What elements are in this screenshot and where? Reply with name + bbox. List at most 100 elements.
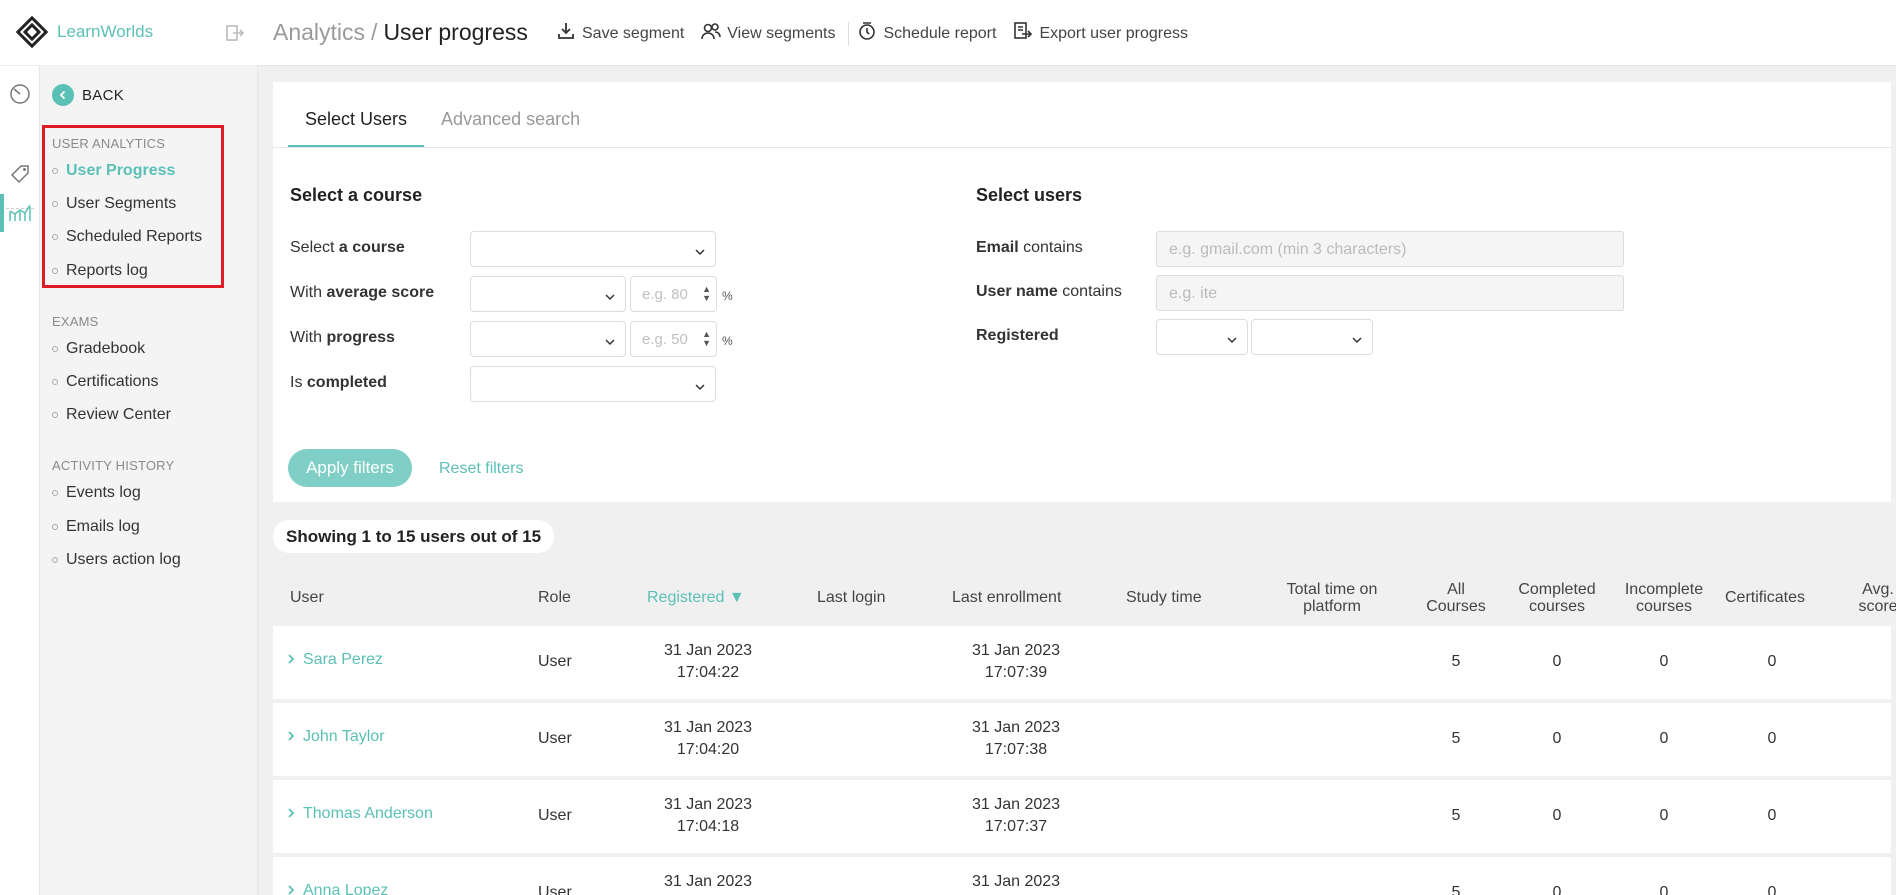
col-last-enrollment[interactable]: Last enrollment xyxy=(952,589,1061,606)
sidebar-item-certifications[interactable]: Certifications xyxy=(52,373,158,391)
col-completed[interactable]: Completed courses xyxy=(1507,581,1607,615)
cell-all-courses: 5 xyxy=(1451,884,1461,895)
col-total-time[interactable]: Total time on platform xyxy=(1272,581,1392,615)
chevron-down-icon xyxy=(605,334,615,352)
sidebar-item-events-log[interactable]: Events log xyxy=(52,484,141,502)
completed-label-prefix: Is xyxy=(290,374,307,391)
email-label-suffix: contains xyxy=(1018,239,1083,256)
cell-role: User xyxy=(538,653,572,670)
export-user-progress-label: Export user progress xyxy=(1039,24,1188,42)
cell-role: User xyxy=(538,730,572,747)
cell-all-courses: 5 xyxy=(1451,653,1461,670)
tag-icon[interactable] xyxy=(8,162,32,186)
bullet-icon xyxy=(52,379,58,385)
analytics-icon[interactable] xyxy=(8,200,32,224)
registered-operator-select[interactable] xyxy=(1156,319,1248,355)
cell-enrollment-time: 17:07:37 xyxy=(984,818,1048,835)
col-all-courses-line1: All xyxy=(1447,581,1465,598)
col-role[interactable]: Role xyxy=(538,589,571,606)
score-value-input[interactable]: e.g. 80 ▲ ▼ xyxy=(630,276,717,312)
progress-operator-select[interactable] xyxy=(470,321,626,357)
stepper-icon[interactable]: ▲ ▼ xyxy=(702,330,711,348)
course-select[interactable] xyxy=(470,231,716,267)
col-last-login[interactable]: Last login xyxy=(817,589,886,606)
sidebar-item-emails-log[interactable]: Emails log xyxy=(52,518,140,536)
col-study-time[interactable]: Study time xyxy=(1126,589,1202,606)
cell-enrollment-date: 31 Jan 2023 xyxy=(971,873,1061,890)
sidebar-item-review-center[interactable]: Review Center xyxy=(52,406,171,424)
cell-registered-date: 31 Jan 2023 xyxy=(663,642,753,659)
sidebar-item-label: Users action log xyxy=(66,551,181,568)
stepper-icon[interactable]: ▲ ▼ xyxy=(702,285,711,303)
clock-icon xyxy=(857,21,877,46)
reset-filters-link[interactable]: Reset filters xyxy=(439,460,523,478)
course-label-strong: a course xyxy=(338,239,405,256)
col-avg-score[interactable]: Avg. score xyxy=(1853,581,1896,615)
user-name-link[interactable]: John Taylor xyxy=(287,728,385,746)
username-input[interactable]: e.g. ite xyxy=(1156,275,1624,311)
table-row[interactable]: Anna Lopez User 31 Jan 2023 31 Jan 2023 … xyxy=(273,857,1891,895)
score-label-strong: average score xyxy=(326,284,435,301)
exit-icon[interactable] xyxy=(225,23,245,48)
bullet-icon xyxy=(52,168,58,174)
sidebar-item-user-progress[interactable]: User Progress xyxy=(52,162,175,180)
user-name-link[interactable]: Anna Lopez xyxy=(287,882,388,895)
cell-incomplete: 0 xyxy=(1659,884,1669,895)
table-row[interactable]: Thomas Anderson User 31 Jan 2023 17:04:18… xyxy=(273,780,1891,853)
learnworlds-logo-icon[interactable] xyxy=(15,15,49,53)
sidebar-item-label: User Segments xyxy=(66,195,177,212)
completed-select[interactable] xyxy=(470,366,716,402)
cell-incomplete: 0 xyxy=(1659,730,1669,747)
table-row[interactable]: Sara Perez User 31 Jan 2023 17:04:22 31 J… xyxy=(273,626,1891,699)
score-operator-select[interactable] xyxy=(470,276,626,312)
sidebar-item-reports-log[interactable]: Reports log xyxy=(52,262,148,280)
col-completed-line1: Completed xyxy=(1518,581,1596,598)
apply-filters-button[interactable]: Apply filters xyxy=(288,449,412,487)
chevron-down-icon xyxy=(1227,332,1237,350)
col-incomplete[interactable]: Incomplete courses xyxy=(1614,581,1714,615)
sidebar-item-gradebook[interactable]: Gradebook xyxy=(52,340,145,358)
view-segments-button[interactable]: View segments xyxy=(701,21,835,46)
table-row[interactable]: John Taylor User 31 Jan 2023 17:04:20 31 … xyxy=(273,703,1891,776)
brand-name[interactable]: LearnWorlds xyxy=(57,22,153,42)
sidebar-item-users-action-log[interactable]: Users action log xyxy=(52,551,181,569)
score-label-prefix: With xyxy=(290,284,327,301)
course-select-label: Select a course xyxy=(290,239,405,257)
schedule-report-label: Schedule report xyxy=(883,24,997,42)
email-input[interactable]: e.g. gmail.com (min 3 characters) xyxy=(1156,231,1624,267)
user-name-link[interactable]: Thomas Anderson xyxy=(287,805,433,823)
tab-advanced-search[interactable]: Advanced search xyxy=(424,109,597,148)
dashboard-icon[interactable] xyxy=(8,82,32,106)
col-all-courses-line2: Courses xyxy=(1426,598,1486,615)
cell-last-enrollment: 31 Jan 2023 17:07:38 xyxy=(961,717,1071,761)
col-user[interactable]: User xyxy=(290,589,324,606)
cell-registered: 31 Jan 2023 17:04:22 xyxy=(653,640,763,684)
user-name-link[interactable]: Sara Perez xyxy=(287,651,383,669)
progress-value-input[interactable]: e.g. 50 ▲ ▼ xyxy=(630,321,717,357)
col-certificates[interactable]: Certificates xyxy=(1725,589,1805,606)
sidebar-item-label: Scheduled Reports xyxy=(66,228,203,245)
sidebar-item-label: User Progress xyxy=(66,162,176,179)
sidebar-item-user-segments[interactable]: User Segments xyxy=(52,195,176,213)
registered-period-select[interactable] xyxy=(1251,319,1373,355)
cell-last-enrollment: 31 Jan 2023 17:07:37 xyxy=(961,794,1071,838)
cell-completed: 0 xyxy=(1552,730,1562,747)
back-button[interactable]: BACK xyxy=(52,84,124,106)
email-label-strong: Email xyxy=(976,239,1019,256)
schedule-report-button[interactable]: Schedule report xyxy=(857,21,996,46)
breadcrumb-parent[interactable]: Analytics xyxy=(273,19,365,45)
sidebar-item-scheduled-reports[interactable]: Scheduled Reports xyxy=(52,228,202,246)
tab-select-users[interactable]: Select Users xyxy=(288,109,425,148)
col-all-courses[interactable]: All Courses xyxy=(1423,581,1489,615)
progress-label-strong: progress xyxy=(326,329,395,346)
average-score-label: With average score xyxy=(290,284,434,302)
col-registered[interactable]: Registered ▼ xyxy=(647,589,745,606)
save-segment-button[interactable]: Save segment xyxy=(556,21,684,46)
cell-registered-date: 31 Jan 2023 xyxy=(663,796,753,813)
export-user-progress-button[interactable]: Export user progress xyxy=(1013,21,1188,46)
section-title-activity-history: ACTIVITY HISTORY xyxy=(52,458,175,473)
col-total-time-line1: Total time on xyxy=(1286,581,1378,598)
score-percent-sign: % xyxy=(722,289,733,303)
section-title-user-analytics: USER ANALYTICS xyxy=(52,136,166,151)
col-completed-line2: courses xyxy=(1528,598,1586,615)
